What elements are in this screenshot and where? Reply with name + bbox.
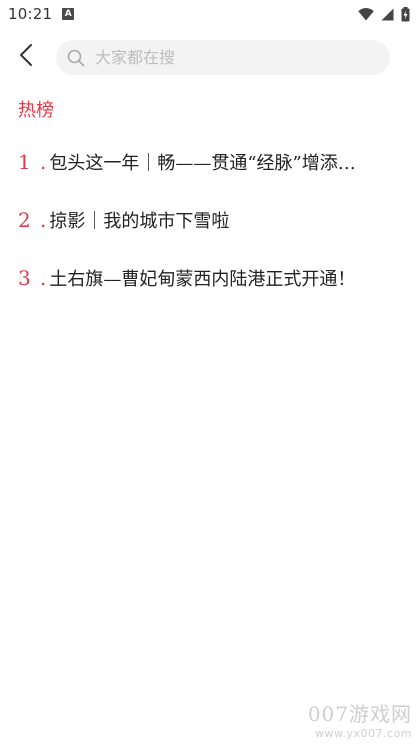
hot-item-title: 包头这一年｜畅——贯通“经脉”增添… [49,153,356,174]
hot-list-item[interactable]: 3. 土右旗—曹妃甸蒙西内陆港正式开通！ [18,264,408,292]
hot-item-title: 土右旗—曹妃甸蒙西内陆港正式开通！ [49,269,356,290]
status-time: 10:21 [8,5,53,23]
search-icon [67,49,85,67]
status-right [358,6,410,22]
back-button[interactable] [0,38,52,76]
search-screen: 10:21 A 大家都在搜 热榜 1 . 包头这一年｜畅——贯通“经脉”增添… … [0,0,420,746]
hot-list-title: 热榜 [18,100,54,121]
search-header [0,38,420,76]
notification-a-icon: A [62,8,75,20]
hot-rank-dot: . [40,208,47,232]
status-bar: 10:21 A [0,0,420,28]
chevron-left-icon [19,43,33,71]
search-input[interactable] [95,48,345,67]
status-left: 10:21 A [8,5,75,23]
battery-charging-icon [401,6,410,22]
hot-rank: 1 [18,150,31,174]
hot-rank-dot: . [40,266,47,290]
wifi-icon [358,7,374,21]
search-box[interactable] [56,40,390,75]
watermark-logo-text: 007游戏网 [307,702,412,726]
cell-signal-icon [381,8,394,21]
hot-rank: 2 [18,208,31,232]
hot-rank: 3 [18,266,31,290]
hot-rank-dot: . [40,150,47,174]
watermark-url: www.yx007.com [315,727,412,740]
hot-list: 1. 包头这一年｜畅——贯通“经脉”增添… 2. 掠影｜我的城市下雪啦 3. 土… [18,148,408,322]
hot-list-item[interactable]: 2. 掠影｜我的城市下雪啦 [18,206,408,234]
site-watermark: 007游戏网 www.yx007.com [308,698,412,740]
hot-item-title: 掠影｜我的城市下雪啦 [49,211,230,232]
hot-list-item[interactable]: 1. 包头这一年｜畅——贯通“经脉”增添… [18,148,408,176]
